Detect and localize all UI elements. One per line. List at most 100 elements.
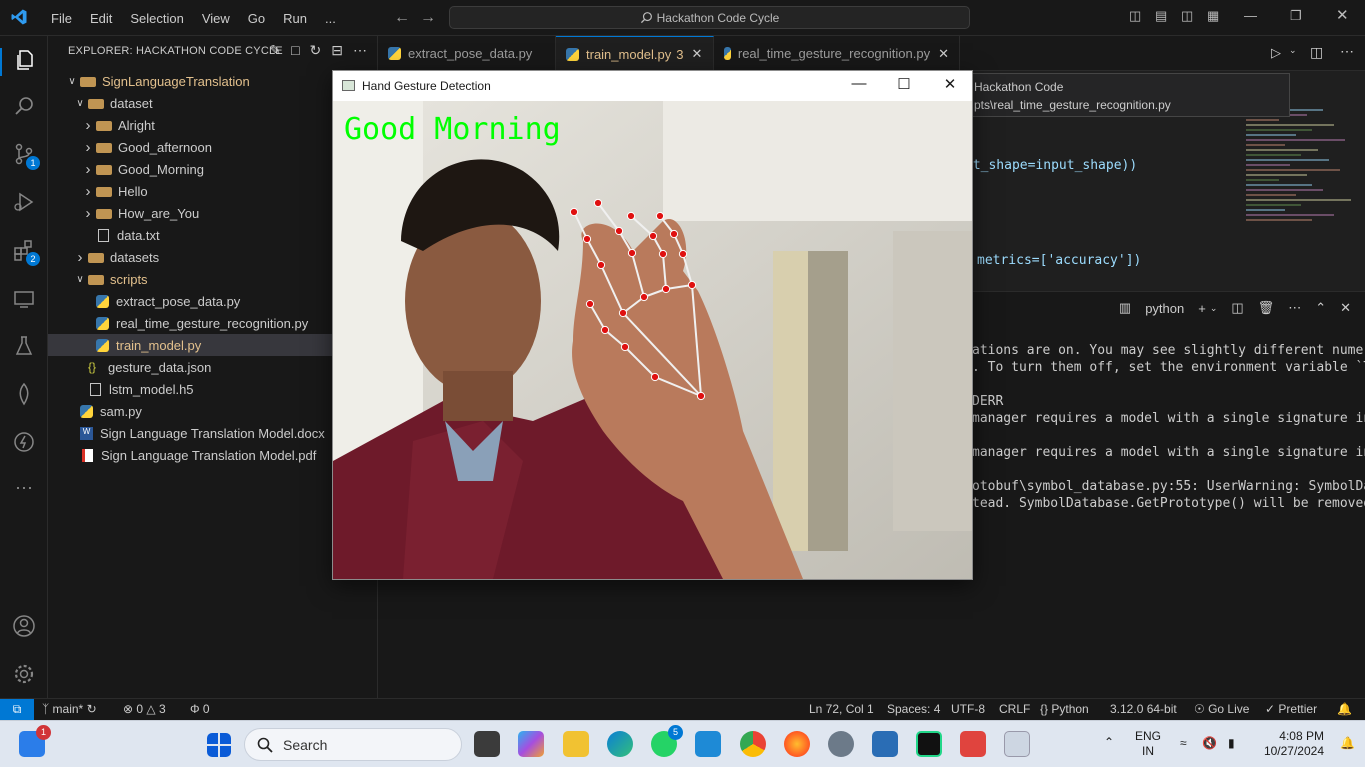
terminal-output[interactable]: ations are on. You may see slightly diff…	[972, 342, 1365, 512]
new-folder-icon[interactable]: □	[291, 42, 299, 59]
settings-gear-icon[interactable]	[12, 662, 36, 686]
close-panel-icon[interactable]: ✕	[1340, 300, 1351, 316]
tree-item[interactable]: real_time_gesture_recognition.py	[48, 312, 378, 334]
dialog-title-bar[interactable]: Hand Gesture Detection — ☐ ✕	[333, 71, 972, 101]
customize-layout-icon[interactable]: ▦	[1207, 8, 1219, 24]
input-language[interactable]: ENG IN	[1135, 729, 1161, 759]
tree-item[interactable]: sam.py	[48, 400, 378, 422]
taskbar-search-box[interactable]: Search	[244, 728, 462, 761]
python-app-icon[interactable]	[1004, 731, 1030, 757]
editor-more-icon[interactable]: ⋯	[1340, 43, 1354, 60]
wifi-icon[interactable]: ≈	[1180, 736, 1187, 751]
photos-app-icon[interactable]	[872, 731, 898, 757]
remote-indicator-icon[interactable]: ⧉	[0, 699, 34, 721]
ports-item[interactable]: Φ 0	[190, 702, 210, 716]
vscode-logo-icon[interactable]	[10, 8, 28, 26]
settings-app-icon[interactable]	[828, 731, 854, 757]
cursor-position[interactable]: Ln 72, Col 1	[809, 702, 874, 716]
toggle-sidebar-icon[interactable]: ◫	[1129, 8, 1141, 24]
encoding[interactable]: UTF-8	[951, 702, 985, 716]
new-file-icon[interactable]: ✎	[269, 42, 281, 59]
source-control-icon[interactable]: 1	[12, 142, 40, 170]
kill-terminal-icon[interactable]: 🗑	[1258, 300, 1275, 316]
run-dropdown-chevron-icon[interactable]: ⌄	[1289, 45, 1297, 56]
remote-explorer-icon[interactable]	[12, 287, 36, 311]
tree-item[interactable]: ∨ dataset	[48, 92, 378, 114]
tree-item[interactable]: › datasets	[48, 246, 378, 268]
tree-item[interactable]: W Sign Language Translation Model.docx	[48, 422, 378, 444]
file-explorer-icon[interactable]	[563, 731, 589, 757]
menu-item[interactable]: File	[42, 11, 81, 26]
explorer-icon[interactable]	[0, 48, 48, 76]
dialog-close-icon[interactable]: ✕	[940, 75, 960, 93]
clock[interactable]: 4:08 PM 10/27/2024	[1259, 729, 1324, 759]
toggle-panel-icon[interactable]: ▤	[1155, 8, 1167, 24]
tree-item[interactable]: › Good_afternoon	[48, 136, 378, 158]
menu-item[interactable]: ...	[316, 11, 345, 26]
go-live-item[interactable]: ☉ Go Live	[1194, 702, 1249, 716]
battery-icon[interactable]: ▮	[1228, 736, 1235, 751]
dialog-minimize-icon[interactable]: —	[849, 75, 869, 92]
tree-item[interactable]: lstm_model.h5	[48, 378, 378, 400]
tree-item[interactable]: › Alright	[48, 114, 378, 136]
volume-muted-icon[interactable]: 🔇	[1202, 736, 1217, 751]
split-terminal-icon[interactable]: ◫	[1231, 300, 1243, 316]
tab-train-model[interactable]: train_model.py 3 ✕	[556, 36, 714, 71]
tree-item[interactable]: train_model.py	[48, 334, 378, 356]
accounts-icon[interactable]	[12, 614, 36, 638]
close-tab-icon[interactable]: ✕	[938, 46, 949, 62]
panel-more-icon[interactable]: ⋯	[1288, 300, 1301, 316]
terminal-dropdown-chevron-icon[interactable]: ⌄	[1210, 303, 1218, 314]
mongodb-leaf-icon[interactable]	[12, 382, 36, 406]
snipping-tool-icon[interactable]	[960, 731, 986, 757]
close-window-icon[interactable]: ✕	[1336, 6, 1349, 24]
copilot-icon[interactable]	[518, 731, 544, 757]
extensions-icon[interactable]: 2	[12, 238, 40, 266]
back-arrow-icon[interactable]: ←	[394, 9, 410, 27]
menu-item[interactable]: Edit	[81, 11, 121, 26]
close-tab-icon[interactable]: ✕	[692, 46, 703, 62]
git-branch-item[interactable]: ᛉ main* ↻	[42, 702, 97, 716]
tree-item[interactable]: extract_pose_data.py	[48, 290, 378, 312]
tree-item[interactable]: Sign Language Translation Model.pdf	[48, 444, 378, 466]
menu-item[interactable]: Go	[239, 11, 274, 26]
tree-item[interactable]: ∨ scripts	[48, 268, 378, 290]
tray-overflow-chevron-icon[interactable]: ⌃	[1104, 735, 1114, 750]
search-sidebar-icon[interactable]	[12, 94, 36, 118]
python-interpreter[interactable]: 3.12.0 64-bit	[1110, 702, 1177, 716]
more-views-icon[interactable]: ⋯	[12, 478, 36, 502]
line-ending[interactable]: CRLF	[999, 702, 1030, 716]
firefox-icon[interactable]	[784, 731, 810, 757]
vscode-taskbar-icon[interactable]	[695, 731, 721, 757]
edge-browser-icon[interactable]	[607, 731, 633, 757]
forward-arrow-icon[interactable]: →	[420, 9, 436, 27]
notifications-bell-icon[interactable]: 🔔	[1337, 702, 1352, 716]
menu-item[interactable]: Run	[274, 11, 316, 26]
problems-item[interactable]: ⊗ 0 △ 3	[123, 702, 166, 716]
thunder-client-icon[interactable]	[12, 430, 36, 454]
restore-window-icon[interactable]: ❐	[1290, 8, 1302, 24]
menu-item[interactable]: View	[193, 11, 239, 26]
prettier-item[interactable]: ✓ Prettier	[1265, 702, 1317, 716]
task-view-icon[interactable]	[474, 731, 500, 757]
tree-item[interactable]: {} gesture_data.json	[48, 356, 378, 378]
tree-item[interactable]: › How_are_You	[48, 202, 378, 224]
run-debug-icon[interactable]	[12, 190, 36, 214]
collapse-all-icon[interactable]: ⊟	[331, 42, 343, 59]
tab-extract-pose-data[interactable]: extract_pose_data.py	[378, 36, 556, 71]
command-center-search[interactable]: Hackathon Code Cycle	[449, 6, 970, 29]
terminal-shell-label[interactable]: python	[1145, 301, 1184, 316]
tree-item[interactable]: ∨ SignLanguageTranslation	[48, 70, 378, 92]
language-mode[interactable]: {} Python	[1040, 702, 1089, 716]
tree-item[interactable]: data.txt	[48, 224, 378, 246]
chrome-icon[interactable]	[740, 731, 766, 757]
pycharm-icon[interactable]	[916, 731, 942, 757]
split-editor-icon[interactable]: ◫	[1310, 44, 1323, 61]
tab-real-time-gesture[interactable]: real_time_gesture_recognition.py ✕	[714, 36, 960, 71]
refresh-icon[interactable]: ↻	[310, 42, 322, 59]
new-terminal-icon[interactable]: +	[1198, 301, 1206, 316]
testing-flask-icon[interactable]	[12, 334, 36, 358]
more-actions-icon[interactable]: ⋯	[353, 42, 367, 59]
whatsapp-icon[interactable]: 5	[651, 725, 683, 757]
dialog-maximize-icon[interactable]: ☐	[894, 75, 914, 93]
